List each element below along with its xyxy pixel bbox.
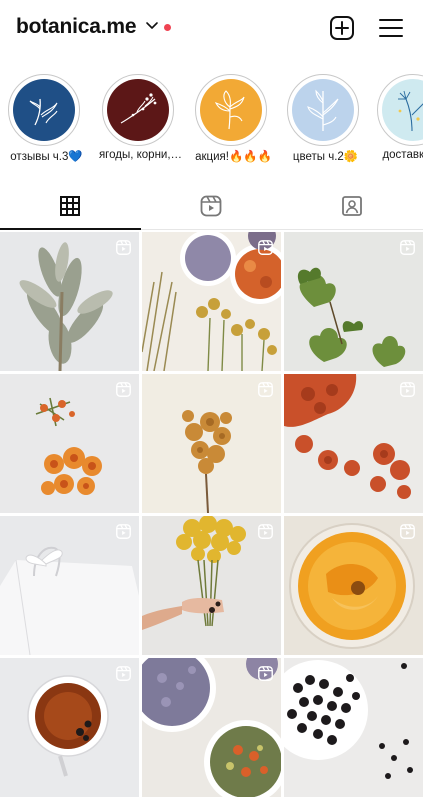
post-tile[interactable] xyxy=(142,232,281,371)
reel-indicator-icon xyxy=(116,524,131,539)
menu-button[interactable] xyxy=(377,14,405,42)
posts-grid xyxy=(0,232,423,800)
highlight-ring xyxy=(102,74,174,146)
profile-header: botanica.me xyxy=(0,0,423,58)
berry-branch-icon xyxy=(107,79,169,141)
reel-indicator-icon xyxy=(400,524,415,539)
reel-indicator-icon xyxy=(258,524,273,539)
post-tile[interactable] xyxy=(284,516,423,655)
dandelion-icon xyxy=(382,79,423,141)
tab-posts[interactable] xyxy=(0,184,141,230)
leaf-branch-icon xyxy=(292,79,354,141)
highlight-cover xyxy=(382,79,423,141)
highlight-flowers[interactable]: цветы ч.2🌼 xyxy=(278,70,366,170)
highlight-ring xyxy=(287,74,359,146)
leaf-sprig-icon xyxy=(13,79,75,141)
post-tile[interactable] xyxy=(142,374,281,513)
tab-tagged[interactable] xyxy=(282,184,423,230)
highlight-ring xyxy=(195,74,267,146)
highlight-label: акция!🔥🔥🔥 xyxy=(195,151,272,163)
username-switcher[interactable]: botanica.me xyxy=(16,15,137,39)
reel-indicator-icon xyxy=(258,382,273,397)
highlight-cover xyxy=(200,79,262,141)
reel-indicator-icon xyxy=(400,382,415,397)
reels-icon xyxy=(200,195,222,217)
highlight-label: отзывы ч.3💙 xyxy=(10,151,83,163)
reel-indicator-icon xyxy=(116,240,131,255)
create-post-button[interactable] xyxy=(328,14,356,42)
reel-indicator-icon xyxy=(258,666,273,681)
highlight-label: доставка, … xyxy=(382,149,423,161)
highlight-cover xyxy=(107,79,169,141)
chevron-down-icon[interactable] xyxy=(145,19,159,33)
post-tile[interactable] xyxy=(284,232,423,371)
highlight-reviews[interactable]: отзывы ч.3💙 xyxy=(0,70,87,170)
highlight-ring xyxy=(8,74,80,146)
post-tile[interactable] xyxy=(284,658,423,797)
highlight-sale[interactable]: акция!🔥🔥🔥 xyxy=(186,70,274,170)
highlight-delivery[interactable]: доставка, … xyxy=(368,70,423,170)
post-tile[interactable] xyxy=(0,374,139,513)
post-tile[interactable] xyxy=(284,374,423,513)
post-tile[interactable] xyxy=(0,658,139,797)
story-highlights: отзывы ч.3💙 ягоды, корни,… акция!🔥🔥🔥 цве… xyxy=(0,70,423,170)
tab-reels[interactable] xyxy=(141,184,282,230)
profile-tabs xyxy=(0,184,423,230)
highlight-ring xyxy=(377,74,423,146)
post-tile[interactable] xyxy=(142,516,281,655)
post-tile[interactable] xyxy=(142,658,281,797)
highlight-cover xyxy=(292,79,354,141)
reel-indicator-icon xyxy=(400,240,415,255)
highlight-berries[interactable]: ягоды, корни,… xyxy=(93,70,182,170)
flower-outline-icon xyxy=(200,79,262,141)
grid-icon xyxy=(60,196,80,216)
post-tile[interactable] xyxy=(0,516,139,655)
highlight-cover xyxy=(13,79,75,141)
highlight-label: цветы ч.2🌼 xyxy=(292,151,359,163)
highlight-label: ягоды, корни,… xyxy=(98,149,183,161)
reel-indicator-icon xyxy=(116,666,131,681)
black-berries-bowl-image xyxy=(284,658,423,797)
tagged-person-icon xyxy=(342,196,362,216)
reel-indicator-icon xyxy=(116,382,131,397)
post-tile[interactable] xyxy=(0,232,139,371)
notification-dot xyxy=(164,24,171,31)
reel-indicator-icon xyxy=(258,240,273,255)
